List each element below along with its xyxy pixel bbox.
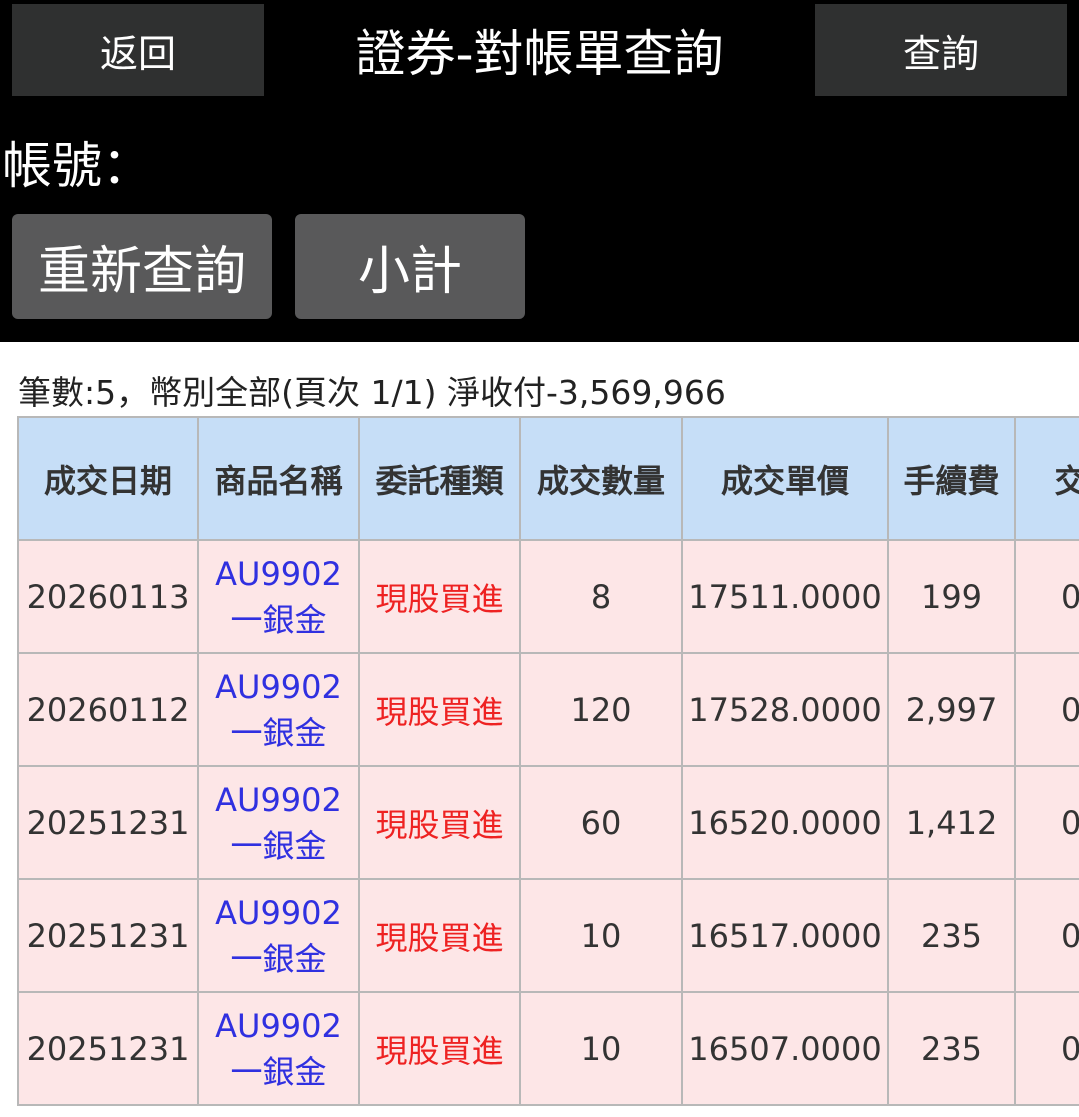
order-type-cell: 現股買進 [358,991,521,1106]
query-button[interactable]: 查詢 [815,4,1067,96]
trade-date-cell: 20251231 [17,991,199,1106]
column-header-transaction: 交易 [1014,416,1079,541]
table-row: 20251231 AU9902 一銀金 現股買進 10 16507.0000 23… [17,991,1079,1106]
summary-line: 筆數:5，幣別全部(頁次 1/1) 淨收付-3,569,966 [18,373,726,412]
transaction-cell: 0.0 [1014,539,1079,654]
requery-button[interactable]: 重新查詢 [12,214,272,319]
product-name: 一銀金 [230,826,327,865]
quantity-cell: 8 [519,539,683,654]
fee-cell: 2,997 [887,652,1016,767]
unit-price-cell: 17528.0000 [681,652,889,767]
unit-price-cell: 16507.0000 [681,991,889,1106]
product-link[interactable]: AU9902 一銀金 [197,765,360,880]
order-type-cell: 現股買進 [358,652,521,767]
unit-price-cell: 17511.0000 [681,539,889,654]
fee-cell: 235 [887,991,1016,1106]
subtotal-button[interactable]: 小計 [295,214,525,319]
account-row: 帳號： [2,130,152,195]
fee-cell: 199 [887,539,1016,654]
statement-table: 成交日期 商品名稱 委託種類 成交數量 成交單價 手續費 交易 20260113… [17,416,1079,1106]
column-header-quantity: 成交數量 [519,416,683,541]
unit-price-cell: 16517.0000 [681,878,889,993]
page-title: 證券-對帳單查詢 [355,25,724,83]
table-row: 20251231 AU9902 一銀金 現股買進 60 16520.0000 1,… [17,765,1079,880]
fee-cell: 1,412 [887,765,1016,880]
column-header-trade-date: 成交日期 [17,416,199,541]
transaction-cell: 0.0 [1014,765,1079,880]
table-row: 20251231 AU9902 一銀金 現股買進 10 16517.0000 23… [17,878,1079,993]
product-code: AU9902 [215,554,342,593]
product-link[interactable]: AU9902 一銀金 [197,539,360,654]
account-label: 帳號： [2,137,152,195]
trade-date-cell: 20260112 [17,652,199,767]
quantity-cell: 10 [519,991,683,1106]
product-link[interactable]: AU9902 一銀金 [197,652,360,767]
product-name: 一銀金 [230,600,327,639]
quantity-cell: 60 [519,765,683,880]
table-header-row: 成交日期 商品名稱 委託種類 成交數量 成交單價 手續費 交易 [17,416,1079,541]
statement-table-container[interactable]: 成交日期 商品名稱 委託種類 成交數量 成交單價 手續費 交易 20260113… [17,416,1079,1117]
transaction-cell: 0.0 [1014,878,1079,993]
column-header-order-type: 委託種類 [358,416,521,541]
trade-date-cell: 20260113 [17,539,199,654]
product-name: 一銀金 [230,1052,327,1091]
product-link[interactable]: AU9902 一銀金 [197,991,360,1106]
fee-cell: 235 [887,878,1016,993]
top-bar: 返回 證券-對帳單查詢 查詢 帳號： 重新查詢 小計 [0,0,1079,342]
product-code: AU9902 [215,1006,342,1045]
transaction-cell: 0.0 [1014,991,1079,1106]
table-row: 20260113 AU9902 一銀金 現股買進 8 17511.0000 199… [17,539,1079,654]
product-link[interactable]: AU9902 一銀金 [197,878,360,993]
table-row: 20260112 AU9902 一銀金 現股買進 120 17528.0000 2… [17,652,1079,767]
product-name: 一銀金 [230,939,327,978]
order-type-cell: 現股買進 [358,765,521,880]
order-type-cell: 現股買進 [358,878,521,993]
quantity-cell: 10 [519,878,683,993]
product-code: AU9902 [215,667,342,706]
trade-date-cell: 20251231 [17,765,199,880]
trade-date-cell: 20251231 [17,878,199,993]
column-header-product-name: 商品名稱 [197,416,360,541]
order-type-cell: 現股買進 [358,539,521,654]
column-header-fee: 手續費 [887,416,1016,541]
back-button[interactable]: 返回 [12,4,264,96]
product-code: AU9902 [215,893,342,932]
quantity-cell: 120 [519,652,683,767]
transaction-cell: 0.0 [1014,652,1079,767]
unit-price-cell: 16520.0000 [681,765,889,880]
column-header-unit-price: 成交單價 [681,416,889,541]
product-code: AU9902 [215,780,342,819]
product-name: 一銀金 [230,713,327,752]
